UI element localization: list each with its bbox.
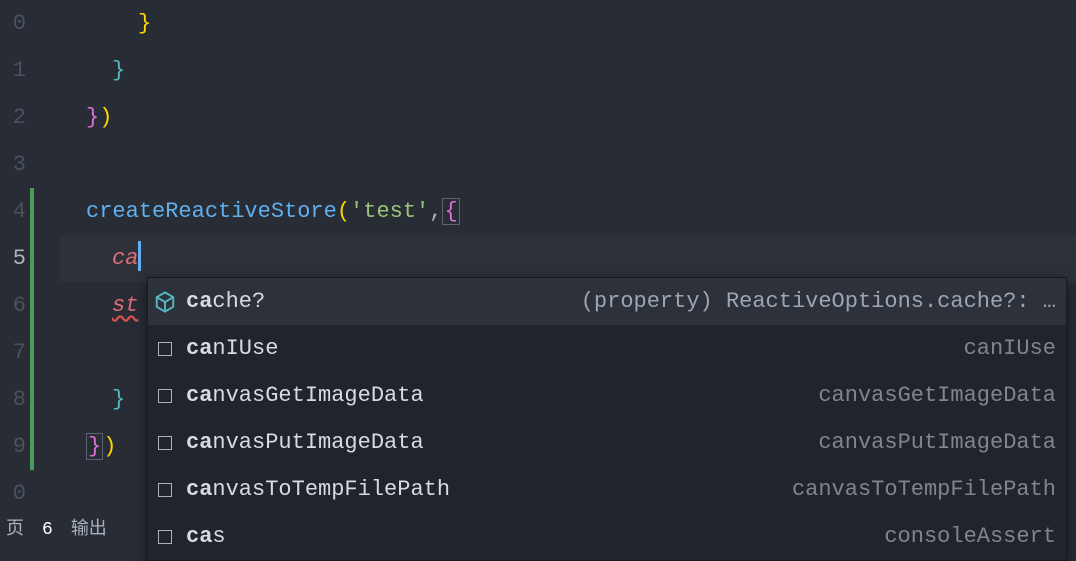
suggest-detail: (property) ReactiveOptions.cache?: … bbox=[581, 278, 1056, 325]
incomplete-identifier: st bbox=[112, 293, 138, 318]
line-number: 4 bbox=[0, 188, 30, 235]
brace-close: } bbox=[112, 58, 125, 83]
line-number: 9 bbox=[0, 423, 30, 470]
brace-close: } bbox=[112, 387, 125, 412]
suggest-item-cas[interactable]: cas consoleAssert bbox=[148, 513, 1066, 560]
line-number: 0 bbox=[0, 470, 30, 517]
line-number-active: 5 bbox=[0, 235, 30, 282]
brace-open-matched: { bbox=[442, 198, 459, 225]
typed-text: ca bbox=[112, 246, 138, 271]
paren-close: ) bbox=[103, 434, 116, 459]
autocomplete-popup[interactable]: cache? (property) ReactiveOptions.cache?… bbox=[147, 277, 1067, 561]
bottom-panel-strip: 页 6 输出 bbox=[0, 516, 107, 544]
suggest-item-canvasgetimagedata[interactable]: canvasGetImageData canvasGetImageData bbox=[148, 372, 1066, 419]
paren-close: ) bbox=[99, 105, 112, 130]
string-literal: 'test' bbox=[350, 199, 429, 224]
brace-close: } bbox=[138, 11, 151, 36]
brace-close-matched: } bbox=[86, 433, 103, 460]
line-number: 2 bbox=[0, 94, 30, 141]
symbol-icon bbox=[154, 526, 176, 548]
code-line[interactable]: } bbox=[60, 0, 1076, 47]
suggest-label: canvasGetImageData bbox=[186, 372, 424, 419]
suggest-label: canvasToTempFilePath bbox=[186, 466, 450, 513]
code-line-active[interactable]: ca bbox=[60, 235, 1076, 282]
suggest-item-canvasputimagedata[interactable]: canvasPutImageData canvasPutImageData bbox=[148, 419, 1066, 466]
suggest-label: cache? bbox=[186, 278, 265, 325]
symbol-icon bbox=[154, 338, 176, 360]
line-number: 3 bbox=[0, 141, 30, 188]
suggest-detail: canvasGetImageData bbox=[818, 372, 1056, 419]
text-cursor bbox=[138, 241, 141, 271]
panel-tab-output[interactable]: 输出 bbox=[71, 516, 107, 544]
problems-count[interactable]: 6 bbox=[42, 516, 53, 544]
suggest-label: canvasPutImageData bbox=[186, 419, 424, 466]
paren-open: ( bbox=[337, 199, 350, 224]
symbol-icon bbox=[154, 432, 176, 454]
brace-close: } bbox=[86, 105, 99, 130]
panel-tab-fragment[interactable]: 页 bbox=[6, 516, 24, 544]
suggest-item-canvastotempfilepath[interactable]: canvasToTempFilePath canvasToTempFilePat… bbox=[148, 466, 1066, 513]
line-number: 0 bbox=[0, 0, 30, 47]
function-call: createReactiveStore bbox=[86, 199, 337, 224]
line-number-gutter: 0 1 2 3 4 5 6 7 8 9 0 bbox=[0, 0, 30, 544]
code-line[interactable] bbox=[60, 141, 1076, 188]
suggest-detail: canvasToTempFilePath bbox=[792, 466, 1056, 513]
comma: , bbox=[429, 199, 442, 224]
code-line[interactable]: createReactiveStore('test',{ bbox=[60, 188, 1076, 235]
suggest-label: canIUse bbox=[186, 325, 278, 372]
suggest-detail: canIUse bbox=[964, 325, 1056, 372]
symbol-icon bbox=[154, 385, 176, 407]
code-line[interactable]: } bbox=[60, 47, 1076, 94]
suggest-label: cas bbox=[186, 513, 226, 560]
suggest-item-caniuse[interactable]: canIUse canIUse bbox=[148, 325, 1066, 372]
line-number: 7 bbox=[0, 329, 30, 376]
suggest-detail: canvasPutImageData bbox=[818, 419, 1056, 466]
line-number: 8 bbox=[0, 376, 30, 423]
code-line[interactable]: }) bbox=[60, 94, 1076, 141]
suggest-item-cache[interactable]: cache? (property) ReactiveOptions.cache?… bbox=[148, 278, 1066, 325]
property-icon bbox=[154, 291, 176, 313]
line-number: 1 bbox=[0, 47, 30, 94]
symbol-icon bbox=[154, 479, 176, 501]
suggest-detail: consoleAssert bbox=[884, 513, 1056, 560]
line-number: 6 bbox=[0, 282, 30, 329]
